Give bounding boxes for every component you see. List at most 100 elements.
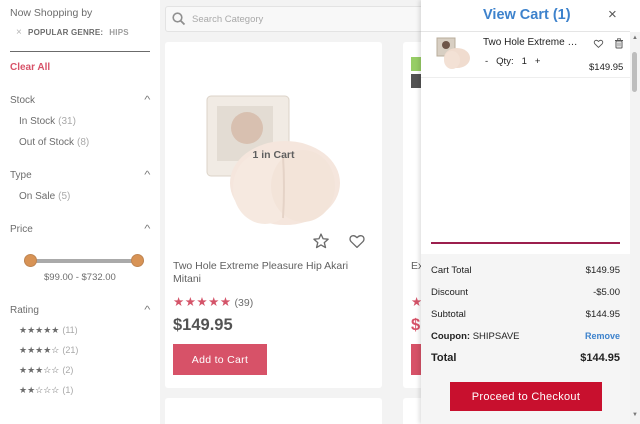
price-range-label: $99.00 - $732.00 <box>44 272 116 283</box>
cart-item-price: $149.95 <box>589 62 624 73</box>
cart-drawer: View Cart (1) × Two Hole Extreme Pleasur… <box>421 0 640 424</box>
discount-value: -$5.00 <box>593 287 620 298</box>
type-facet-header[interactable]: Type ^ <box>10 170 151 181</box>
view-cart-link[interactable]: View Cart (1) <box>483 7 571 23</box>
price-facet-header[interactable]: Price ^ <box>10 224 151 235</box>
in-cart-label: 1 in Cart <box>252 149 295 161</box>
remove-coupon-link[interactable]: Remove <box>585 331 620 342</box>
total-value: $144.95 <box>580 352 620 364</box>
scrollbar-thumb[interactable] <box>632 52 637 92</box>
cart-scrollbar[interactable]: ▲ ▼ <box>630 32 640 424</box>
rating-count: (2) <box>62 365 74 375</box>
cart-total-value: $149.95 <box>585 265 620 276</box>
divider <box>431 242 620 244</box>
scroll-up-icon[interactable]: ▲ <box>632 35 638 41</box>
facet-option-in-stock[interactable]: In Stock (31) <box>19 116 150 127</box>
total-label: Total <box>431 352 457 364</box>
total-row: Total $144.95 <box>431 352 620 364</box>
coupon-label: Coupon: <box>431 331 471 342</box>
price-range-slider[interactable] <box>24 254 144 268</box>
review-count: (39) <box>234 297 254 309</box>
search-placeholder: Search Category <box>192 13 264 25</box>
slider-track[interactable] <box>24 259 144 263</box>
facet-option-out-of-stock[interactable]: Out of Stock (8) <box>19 137 150 148</box>
clear-all-link[interactable]: Clear All <box>10 62 150 73</box>
coupon-code: SHIPSAVE <box>472 331 520 342</box>
discount-row: Discount -$5.00 <box>431 287 620 298</box>
rating-facet-title: Rating <box>10 305 39 316</box>
subtotal-row: Subtotal $144.95 <box>431 309 620 320</box>
coupon-row: Coupon: SHIPSAVE Remove <box>431 331 620 342</box>
discount-label: Discount <box>431 287 468 298</box>
rating-stars: ★★★★★ <box>173 295 232 309</box>
slider-min-handle[interactable] <box>24 254 37 267</box>
rating-count: (21) <box>62 345 79 355</box>
cart-totals: Cart Total $149.95 Discount -$5.00 Subtota… <box>421 254 630 424</box>
facet-option-count: (5) <box>58 191 71 202</box>
cart-item-name[interactable]: Two Hole Extreme Pleasure Hip Akari Mita… <box>483 37 579 48</box>
increase-qty-button[interactable]: + <box>535 56 541 67</box>
trash-icon[interactable] <box>614 38 624 49</box>
facet-option-label: On Sale <box>19 191 56 202</box>
active-filter-chip[interactable]: × POPULAR GENRE: HIPS <box>16 27 150 38</box>
cart-total-label: Cart Total <box>431 265 472 276</box>
rating-option-4[interactable]: ★★★★☆ (21) <box>19 345 150 356</box>
active-filter-label: POPULAR GENRE: <box>28 28 104 37</box>
stock-facet-title: Stock <box>10 95 36 106</box>
rating-option-2[interactable]: ★★☆☆☆ (1) <box>19 385 150 396</box>
chevron-up-icon[interactable]: ^ <box>145 170 151 181</box>
heart-outline-icon[interactable] <box>348 232 366 250</box>
scroll-down-icon[interactable]: ▼ <box>632 412 638 418</box>
rating-count: (1) <box>62 385 74 395</box>
divider <box>10 51 150 52</box>
slider-max-handle[interactable] <box>131 254 144 267</box>
rating-option-5[interactable]: ★★★★★ (11) <box>19 325 150 336</box>
add-to-cart-button[interactable]: Add to Cart <box>173 344 267 375</box>
close-icon[interactable]: × <box>608 7 617 23</box>
facet-option-on-sale[interactable]: On Sale (5) <box>19 191 150 202</box>
now-shopping-heading: Now Shopping by <box>10 7 93 19</box>
rating-facet: Rating ^ ★★★★★ (11) ★★★★☆ (21) ★★★☆☆ (2) ★★… <box>10 305 151 396</box>
subtotal-label: Subtotal <box>431 309 466 320</box>
facet-option-count: (8) <box>77 137 90 148</box>
cart-item: Two Hole Extreme Pleasure Hip Akari Mita… <box>421 32 630 78</box>
rating-stars: ★★★☆☆ <box>19 365 60 375</box>
stock-facet: Stock ^ In Stock (31) Out of Stock (8) <box>10 95 151 148</box>
chevron-up-icon[interactable]: ^ <box>145 224 151 235</box>
product-name-link[interactable]: Two Hole Extreme Pleasure Hip Akari Mita… <box>173 260 373 286</box>
price-facet-title: Price <box>10 224 33 235</box>
subtotal-value: $144.95 <box>585 309 620 320</box>
product-rating[interactable]: ★★★★★ (39) <box>173 294 253 309</box>
rating-facet-header[interactable]: Rating ^ <box>10 305 151 316</box>
heart-outline-icon[interactable] <box>593 38 604 49</box>
cart-item-thumbnail[interactable] <box>435 36 471 70</box>
facet-option-label: In Stock <box>19 116 56 127</box>
product-card[interactable]: 1 in Cart Two Hole Extreme Pleasure Hip … <box>165 42 382 388</box>
quantity-stepper: - Qty: 1 + <box>485 56 540 67</box>
proceed-to-checkout-button[interactable]: Proceed to Checkout <box>450 382 602 411</box>
qty-value[interactable]: 1 <box>522 56 527 67</box>
filter-sidebar: Now Shopping by × POPULAR GENRE: HIPS Cl… <box>0 0 160 424</box>
decrease-qty-button[interactable]: - <box>485 56 488 67</box>
chevron-up-icon[interactable]: ^ <box>145 305 151 316</box>
search-icon <box>172 12 186 26</box>
cart-total-row: Cart Total $149.95 <box>431 265 620 276</box>
rating-stars: ★★★★★ <box>19 325 60 335</box>
remove-filter-icon[interactable]: × <box>16 27 22 38</box>
facet-option-count: (31) <box>58 116 76 127</box>
rating-stars: ★★☆☆☆ <box>19 385 60 395</box>
cart-header: View Cart (1) × <box>421 0 630 32</box>
product-card[interactable] <box>165 398 382 424</box>
facet-option-label: Out of Stock <box>19 137 75 148</box>
rating-option-3[interactable]: ★★★☆☆ (2) <box>19 365 150 376</box>
active-filter-value: HIPS <box>109 28 129 37</box>
product-price: $149.95 <box>173 316 233 334</box>
star-outline-icon[interactable] <box>312 232 330 250</box>
price-facet: Price ^ $99.00 - $732.00 <box>10 224 151 283</box>
coupon-info: Coupon: SHIPSAVE <box>431 331 520 342</box>
type-facet: Type ^ On Sale (5) <box>10 170 151 202</box>
stock-facet-header[interactable]: Stock ^ <box>10 95 151 106</box>
type-facet-title: Type <box>10 170 32 181</box>
rating-count: (11) <box>62 325 78 335</box>
chevron-up-icon[interactable]: ^ <box>145 95 151 106</box>
